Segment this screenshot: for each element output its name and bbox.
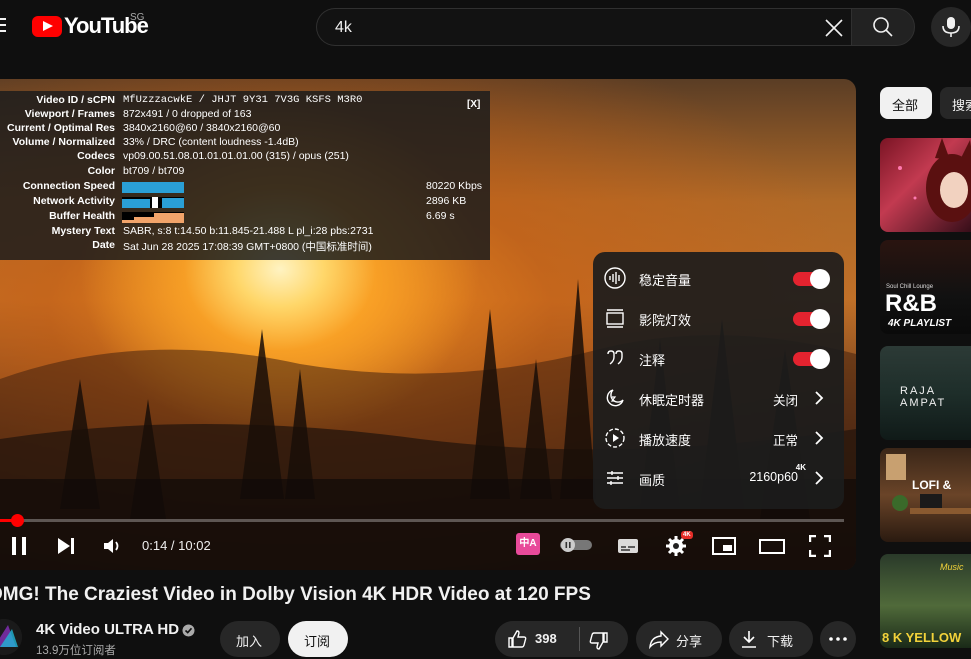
annotations-toggle[interactable]: [793, 349, 830, 369]
time-display: 0:14 / 10:02: [142, 538, 211, 553]
ambient-mode-toggle[interactable]: [793, 309, 830, 329]
settings-item-quality[interactable]: 画质 2160p60 4K: [593, 458, 844, 498]
channel-avatar[interactable]: [0, 619, 22, 655]
like-icon[interactable]: [507, 629, 527, 649]
settings-item-playback-speed[interactable]: 播放速度 正常: [593, 418, 844, 458]
verified-icon: [182, 624, 195, 637]
subscribe-button[interactable]: 订阅: [288, 621, 348, 657]
join-button[interactable]: 加入: [220, 621, 280, 657]
more-horizontal-icon: [829, 637, 847, 641]
stats-row: Connection Speed 80220 Kbps: [22, 180, 483, 193]
stats-row: Buffer Health 6.69 s: [49, 210, 455, 223]
chip-search[interactable]: 搜索: [940, 87, 971, 119]
video-player[interactable]: [X] Video ID / sCPN MfUzzzacwkE / JHJT 9…: [0, 79, 856, 570]
translate-button[interactable]: 中A: [516, 533, 540, 555]
lofi-room-artwork: [886, 454, 971, 514]
stable-volume-toggle[interactable]: [793, 269, 830, 289]
share-button[interactable]: 分享: [636, 621, 722, 657]
next-video-icon[interactable]: [55, 535, 77, 557]
volume-icon[interactable]: [101, 535, 123, 557]
sleep-timer-icon: [606, 389, 624, 407]
stats-for-nerds-panel: [X] Video ID / sCPN MfUzzzacwkE / JHJT 9…: [0, 91, 490, 260]
menu-icon[interactable]: [0, 18, 6, 32]
autoplay-toggle[interactable]: [559, 538, 593, 552]
like-divider: [579, 627, 580, 651]
anime-girl-thumbnail[interactable]: [880, 138, 971, 232]
lofi-thumbnail[interactable]: LOFI &: [880, 448, 971, 542]
video-title: OMG! The Craziest Video in Dolby Vision …: [0, 584, 591, 605]
network-activity-graph: [122, 197, 184, 208]
microphone-icon: [942, 17, 960, 37]
download-button[interactable]: 下载: [729, 621, 813, 657]
quality-4k-badge: 4K: [795, 463, 806, 472]
progress-bar[interactable]: [0, 514, 844, 527]
theater-mode-icon[interactable]: [759, 535, 785, 557]
anime-girl-artwork: [898, 138, 971, 222]
pause-icon[interactable]: [8, 535, 30, 557]
rnb-playlist-thumbnail[interactable]: Soul Chill Lounge R&B 4K PLAYLIST: [880, 240, 971, 334]
settings-item-annotations[interactable]: 注释: [593, 338, 844, 378]
stats-row: Current / Optimal Res 3840x2160@60 / 384…: [7, 122, 281, 134]
channel-logo-icon: [0, 619, 22, 655]
stats-row: Codecs vp09.00.51.08.01.01.01.01.00 (315…: [77, 150, 349, 162]
more-actions-button[interactable]: [820, 621, 856, 657]
subtitles-icon[interactable]: [617, 535, 639, 557]
stats-row: Color bt709 / bt709: [87, 165, 185, 177]
scrubber-handle[interactable]: [10, 514, 24, 527]
chip-all[interactable]: 全部: [880, 87, 932, 119]
buffer-health-graph: [122, 212, 184, 223]
settings-menu: 稳定音量 影院灯效 注释 休眠定时器 关闭 播放速度 正常 画质 2160p60…: [593, 252, 844, 509]
youtube-play-logo-icon: [32, 15, 62, 37]
search-box: [316, 8, 851, 46]
stats-row: Viewport / Frames 872x491 / 0 dropped of…: [24, 108, 252, 120]
stats-row: Volume / Normalized 33% / DRC (content l…: [12, 136, 299, 148]
stats-row: Network Activity 2896 KB: [33, 195, 467, 208]
share-icon: [649, 630, 669, 649]
channel-name[interactable]: 4K Video ULTRA HD: [36, 621, 179, 638]
settings-item-sleep-timer[interactable]: 休眠定时器 关闭: [593, 378, 844, 418]
voice-search-button[interactable]: [931, 7, 971, 47]
fullscreen-icon[interactable]: [809, 535, 831, 557]
stable-volume-icon: [604, 267, 626, 289]
dislike-icon[interactable]: [589, 631, 609, 651]
search-icon: [873, 17, 893, 37]
raja-ampat-thumbnail[interactable]: RAJA AMPAT: [880, 346, 971, 440]
search-button[interactable]: [851, 8, 915, 46]
region-code: SG: [130, 12, 145, 23]
chevron-right-icon: [815, 431, 824, 445]
stats-row: Mystery Text SABR, s:8 t:14.50 b:11.845-…: [51, 225, 374, 237]
subscriber-count: 13.9万位订阅者: [36, 645, 116, 657]
download-icon: [742, 631, 756, 648]
hd-quality-badge: 4K: [681, 531, 693, 539]
stats-row: Date Sat Jun 28 2025 17:08:39 GMT+0800 (…: [92, 239, 372, 253]
connection-speed-graph: [122, 182, 184, 193]
like-dislike-group: 398: [495, 621, 628, 657]
quality-icon: [607, 471, 623, 485]
search-input[interactable]: [333, 17, 803, 39]
masthead: YouTube SG: [0, 0, 971, 56]
8k-yellow-thumbnail[interactable]: Music 8 K YELLOW: [880, 554, 971, 648]
ambient-mode-icon: [606, 309, 624, 328]
annotations-icon: [607, 350, 623, 365]
chevron-right-icon: [815, 471, 824, 485]
settings-item-ambient-mode[interactable]: 影院灯效: [593, 298, 844, 338]
stats-row: Video ID / sCPN MfUzzzacwkE / JHJT 9Y31 …: [36, 94, 363, 106]
chevron-right-icon: [815, 391, 824, 405]
settings-item-stable-volume[interactable]: 稳定音量: [593, 258, 844, 298]
playback-speed-icon: [605, 428, 625, 448]
miniplayer-icon[interactable]: [712, 535, 736, 557]
clear-search-icon[interactable]: [823, 17, 845, 39]
like-count: 398: [535, 631, 557, 646]
